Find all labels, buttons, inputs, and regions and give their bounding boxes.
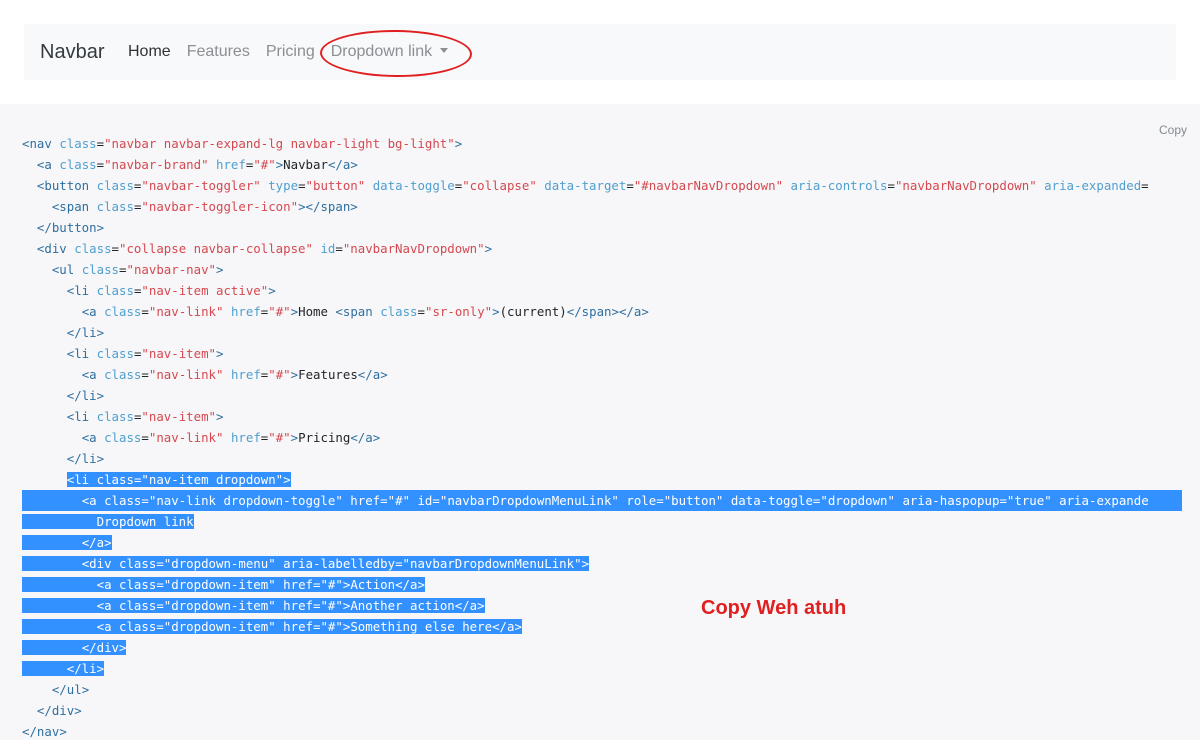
code-line: <a class="dropdown-item" href="#">Someth… — [22, 616, 1182, 637]
code-line: <a class="nav-link" href="#">Pricing</a> — [81, 430, 381, 445]
code-listing: <nav class="navbar navbar-expand-lg navb… — [22, 133, 1182, 740]
nav-link-home[interactable]: Home — [128, 41, 171, 63]
code-line: <button class="navbar-toggler" type="but… — [36, 178, 1149, 193]
nav-dropdown-toggle[interactable]: Dropdown link — [330, 41, 449, 63]
nav-link-pricing[interactable]: Pricing — [266, 41, 315, 63]
code-line: </li> — [22, 658, 1182, 679]
code-line: <a class="nav-link" href="#">Home <span … — [81, 304, 649, 319]
code-line: </li> — [66, 388, 105, 403]
code-line: <nav class="navbar navbar-expand-lg navb… — [22, 136, 463, 151]
code-line: <a class="navbar-brand" href="#">Navbar<… — [36, 157, 358, 172]
code-line: <a class="dropdown-item" href="#">Anothe… — [22, 595, 1182, 616]
navbar-brand[interactable]: Navbar — [40, 40, 104, 64]
code-line: </div> — [36, 703, 82, 718]
code-line: <li class="nav-item"> — [66, 346, 224, 361]
code-line: <span class="navbar-toggler-icon"></span… — [51, 199, 358, 214]
navbar-demo: Navbar Home Features Pricing Dropdown li… — [0, 0, 1203, 104]
code-line: </li> — [66, 325, 105, 340]
nav-link-features[interactable]: Features — [187, 41, 250, 63]
annotation-text: Copy Weh atuh — [701, 597, 847, 619]
navbar-links: Home Features Pricing Dropdown link — [128, 41, 464, 63]
code-line: </button> — [36, 220, 105, 235]
code-line: </ul> — [51, 682, 90, 697]
code-line: <li class="nav-item active"> — [66, 283, 276, 298]
code-line: </a> — [22, 532, 1182, 553]
code-line: </li> — [66, 451, 105, 466]
code-line: <div class="dropdown-menu" aria-labelled… — [22, 553, 1182, 574]
caret-down-icon — [440, 48, 449, 53]
code-line: Dropdown link — [22, 511, 1182, 532]
code-line: <ul class="navbar-nav"> — [51, 262, 224, 277]
code-line: <div class="collapse navbar-collapse" id… — [36, 241, 493, 256]
code-line: </nav> — [22, 724, 67, 739]
code-line: <a class="dropdown-item" href="#">Action… — [22, 574, 1182, 595]
code-line: <a class="nav-link dropdown-toggle" href… — [22, 490, 1182, 511]
code-line: <li class="nav-item dropdown"> — [66, 472, 291, 487]
code-block: Copy <nav class="navbar navbar-expand-lg… — [0, 104, 1200, 740]
code-line: </div> — [22, 637, 1182, 658]
nav-dropdown-label: Dropdown link — [330, 43, 433, 60]
code-line: <li class="nav-item"> — [66, 409, 224, 424]
navbar: Navbar Home Features Pricing Dropdown li… — [24, 24, 1176, 80]
code-line: <a class="nav-link" href="#">Features</a… — [81, 367, 388, 382]
